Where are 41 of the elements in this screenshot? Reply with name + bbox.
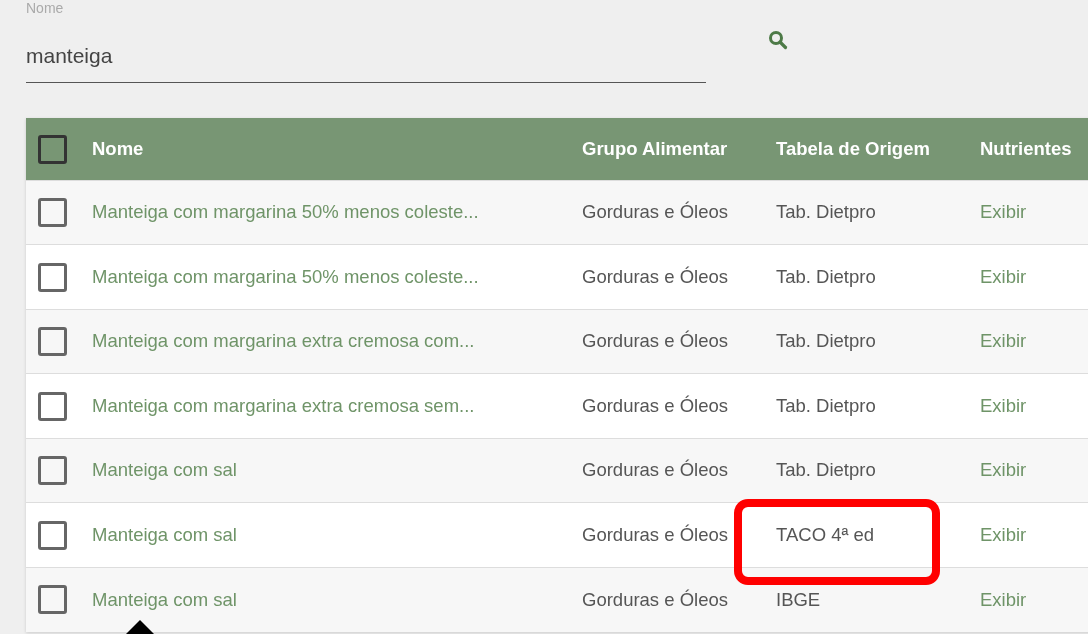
checkbox[interactable] <box>38 391 67 421</box>
column-header: Nutrientes <box>980 137 1072 159</box>
checkbox[interactable] <box>38 134 67 164</box>
table-cell: Gorduras e Óleos <box>582 394 728 416</box>
column-header: Tabela de Origem <box>776 137 930 159</box>
field-label: Nome <box>26 0 65 16</box>
table-cell: Gorduras e Óleos <box>582 201 728 223</box>
column-header: Grupo Alimentar <box>582 137 728 159</box>
show-nutrients-link[interactable]: Exibir <box>980 459 1027 481</box>
table-cell: Tab. Dietpro <box>776 330 876 352</box>
table-cell: Gorduras e Óleos <box>582 523 728 545</box>
table-cell: Gorduras e Óleos <box>582 330 728 352</box>
checkbox[interactable] <box>38 456 67 486</box>
show-nutrients-link[interactable]: Exibir <box>980 394 1027 416</box>
table-cell: Tab. Dietpro <box>776 459 876 481</box>
table-cell: Gorduras e Óleos <box>582 265 728 287</box>
checkbox[interactable] <box>38 262 67 292</box>
checkbox[interactable] <box>38 585 67 615</box>
table-cell: TACO 4ª ed <box>776 523 874 545</box>
show-nutrients-link[interactable]: Exibir <box>980 265 1027 287</box>
food-name-link[interactable]: Manteiga com sal <box>92 588 237 610</box>
checkbox[interactable] <box>38 327 67 357</box>
checkbox[interactable] <box>38 198 67 228</box>
table-cell: Tab. Dietpro <box>776 265 876 287</box>
table-cell: Gorduras e Óleos <box>582 588 728 610</box>
food-name-link[interactable]: Manteiga com margarina extra cremosa sem... <box>92 394 475 416</box>
food-name-link[interactable]: Manteiga com sal <box>92 523 237 545</box>
show-nutrients-link[interactable]: Exibir <box>980 588 1027 610</box>
checkbox[interactable] <box>38 520 67 550</box>
food-name-link[interactable]: Manteiga com sal <box>92 459 237 481</box>
show-nutrients-link[interactable]: Exibir <box>980 201 1027 223</box>
column-header: Nome <box>92 137 144 159</box>
table-cell: Tab. Dietpro <box>776 201 876 223</box>
table-cell: Gorduras e Óleos <box>582 459 728 481</box>
search-field[interactable]: manteiga <box>26 16 706 83</box>
show-nutrients-link[interactable]: Exibir <box>980 523 1027 545</box>
show-nutrients-link[interactable]: Exibir <box>980 330 1027 352</box>
table-cell: Tab. Dietpro <box>776 394 876 416</box>
search-icon[interactable] <box>768 30 788 50</box>
food-name-link[interactable]: Manteiga com margarina 50% menos coleste... <box>92 265 479 287</box>
table-cell: IBGE <box>776 588 821 610</box>
